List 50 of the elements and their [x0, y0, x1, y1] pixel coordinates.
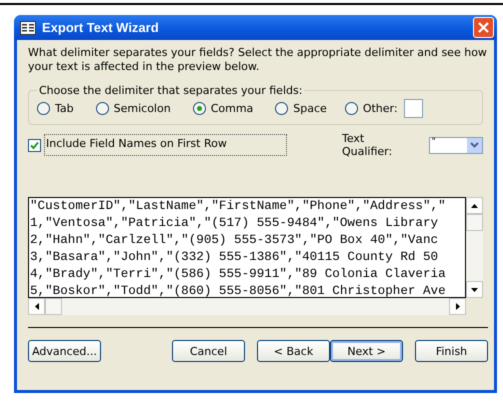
preview-line: 5,"Boskor","Todd","(860) 555-8056","801 Christopher Ave — [30, 283, 446, 297]
option-label: Other: — [362, 102, 398, 115]
radio-button[interactable] — [96, 102, 109, 115]
text-qualifier-label: Text Qualifier: — [342, 132, 394, 158]
preview-line: 1,"Ventosa","Patricia","(517) 555-9484","Owens Library — [30, 215, 438, 232]
triangle-down-icon — [471, 288, 478, 292]
option-label: Comma — [210, 102, 254, 115]
wizard-button[interactable]: Finish — [415, 340, 488, 362]
scroll-left-button[interactable] — [28, 298, 45, 315]
triangle-up-icon — [471, 204, 478, 208]
instruction-text: What delimiter separates your fields? Select the appropriate delimiter and see how your text is affected in the preview below. — [28, 46, 488, 74]
radio-button[interactable] — [275, 102, 288, 115]
scroll-right-button[interactable] — [449, 298, 466, 315]
radio-button[interactable] — [344, 102, 358, 115]
chevron-down-icon — [470, 142, 479, 148]
advanced-button[interactable]: Advanced... — [28, 340, 101, 362]
preview-line: "CustomerID","LastName","FirstName","Phone","Address"," — [30, 198, 446, 215]
vertical-scrollbar[interactable] — [466, 197, 483, 298]
radio-button[interactable] — [37, 102, 50, 115]
option-label: Semicolon — [114, 102, 171, 115]
delimiter-option[interactable]: Other: — [344, 102, 398, 115]
scroll-thumb[interactable] — [466, 214, 483, 231]
preview-line: 4,"Brady","Terri","(586) 555-9911","89 Colonia Claveria — [30, 266, 446, 283]
option-label: Space — [293, 102, 327, 115]
dropdown-button[interactable] — [467, 138, 482, 152]
preview-line: 3,"Basara","John","(332) 555-1386","40115 County Rd 50 — [30, 249, 438, 266]
scroll-up-button[interactable] — [466, 197, 483, 214]
scroll-down-button[interactable] — [466, 281, 483, 298]
window-icon — [20, 20, 36, 34]
scroll-thumb[interactable] — [45, 298, 62, 315]
wizard-button[interactable]: < Back — [257, 340, 330, 362]
wizard-button[interactable]: Cancel — [172, 340, 245, 362]
horizontal-scrollbar[interactable] — [28, 298, 466, 315]
delimiter-option[interactable]: Semicolon — [96, 102, 171, 115]
delimiter-option[interactable]: Space — [275, 102, 327, 115]
preview-line: 2,"Hahn","Carlzell","(905) 555-3573","PO Box 40","Vanc — [30, 232, 438, 249]
wizard-button[interactable]: Next > — [330, 340, 403, 362]
triangle-left-icon — [34, 303, 38, 310]
text-qualifier-dropdown[interactable]: " — [428, 136, 483, 154]
triangle-right-icon — [456, 303, 460, 310]
radio-button[interactable] — [192, 102, 206, 115]
group-legend: Choose the delimiter that separates your fields: — [37, 84, 304, 97]
delimiter-option[interactable]: Tab — [37, 102, 74, 115]
checkbox[interactable] — [28, 138, 41, 152]
delimiter-option[interactable]: Comma — [192, 102, 254, 115]
close-icon — [478, 22, 489, 33]
close-button[interactable] — [473, 17, 494, 38]
option-label: Tab — [55, 102, 74, 115]
other-delimiter-field[interactable] — [404, 99, 423, 118]
window-title: Export Text Wizard — [42, 20, 160, 35]
